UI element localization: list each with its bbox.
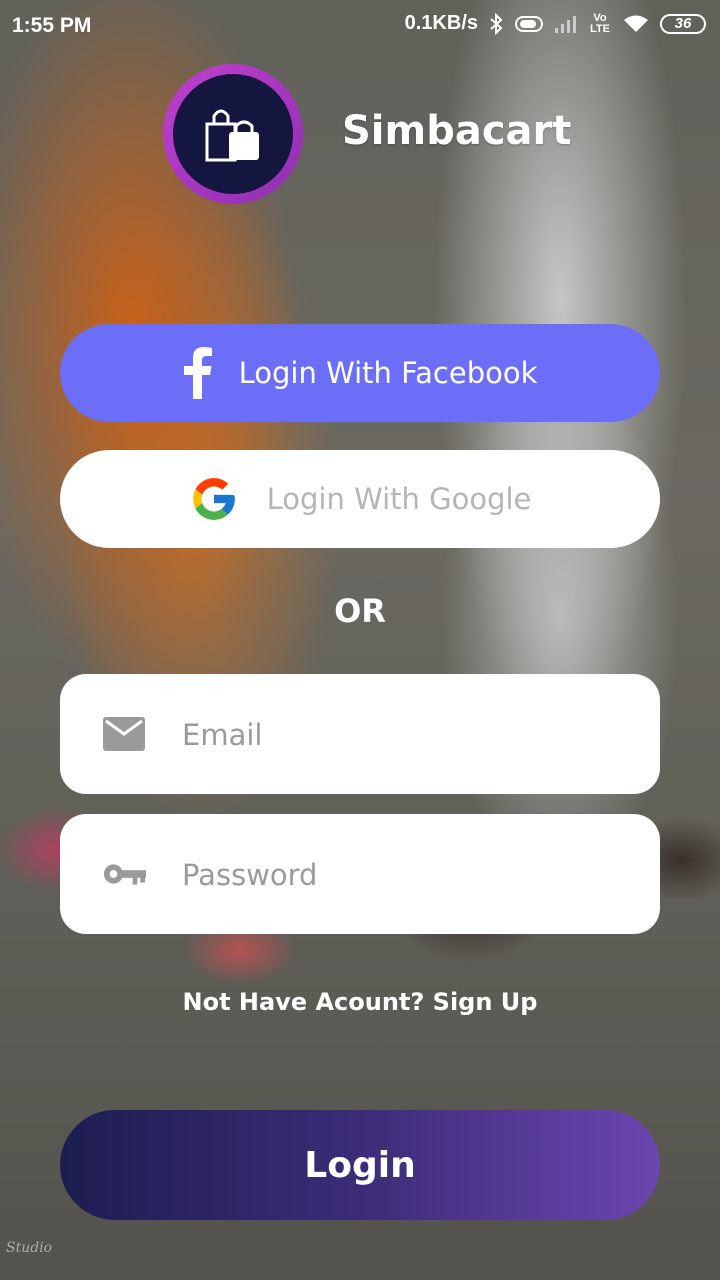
login-button[interactable]: Login xyxy=(60,1110,660,1220)
status-bar: 1:55 PM 0.1KB/s Vo LTE 36 xyxy=(0,0,720,52)
background-overlay xyxy=(0,0,720,1280)
app-logo xyxy=(163,64,303,204)
password-input[interactable] xyxy=(180,844,634,906)
signal-icon xyxy=(554,14,578,34)
battery-icon: 36 xyxy=(660,13,706,34)
facebook-icon xyxy=(183,347,213,399)
key-icon xyxy=(102,852,146,896)
login-button-label: Login xyxy=(304,1144,416,1186)
wifi-icon xyxy=(622,14,650,34)
bluetooth-icon xyxy=(488,12,504,35)
status-time: 1:55 PM xyxy=(12,14,92,37)
vibrate-icon xyxy=(514,14,544,34)
volte-icon: Vo LTE xyxy=(590,11,610,35)
watermark: Studio xyxy=(6,1240,53,1256)
login-facebook-button[interactable]: Login With Facebook xyxy=(60,324,660,422)
email-field[interactable] xyxy=(60,674,660,794)
logo-circle xyxy=(173,74,293,194)
google-button-label: Login With Google xyxy=(266,482,532,516)
mail-icon xyxy=(102,712,146,756)
signup-link[interactable]: Not Have Acount? Sign Up xyxy=(0,988,720,1016)
email-input[interactable] xyxy=(180,704,634,766)
shopping-bags-icon xyxy=(201,104,265,164)
or-divider: OR xyxy=(334,592,386,630)
google-icon xyxy=(189,474,239,524)
login-google-button[interactable]: Login With Google xyxy=(60,450,660,548)
status-icons: 0.1KB/s Vo LTE 36 xyxy=(405,12,706,35)
network-speed: 0.1KB/s xyxy=(404,12,478,34)
password-field[interactable] xyxy=(60,814,660,934)
facebook-button-label: Login With Facebook xyxy=(238,356,538,390)
app-title: Simbacart xyxy=(342,108,572,154)
